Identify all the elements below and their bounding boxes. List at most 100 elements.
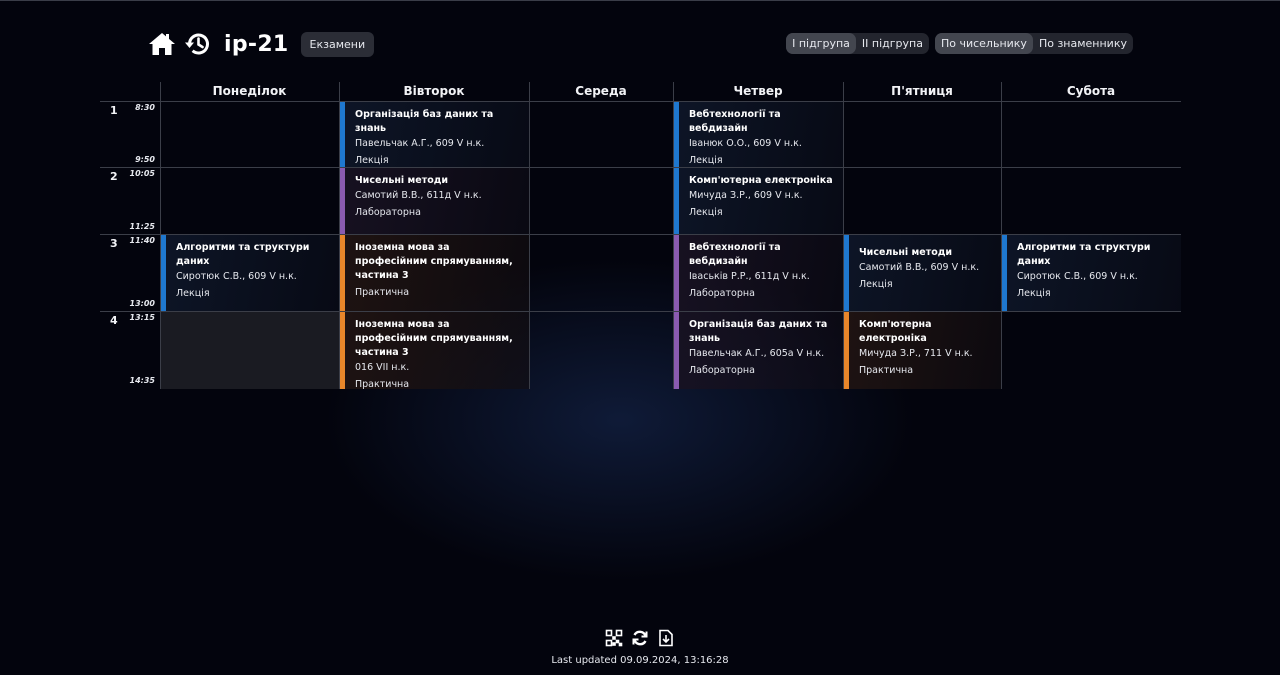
- lecture-color-bar: [844, 235, 849, 311]
- group-title: ip-21: [224, 31, 289, 57]
- denominator-option[interactable]: По знаменнику: [1033, 33, 1133, 54]
- lesson-subject: Алгоритми та структури даних: [1017, 242, 1151, 267]
- slot-number: 4: [110, 314, 118, 327]
- lecture-color-bar: [1002, 235, 1007, 311]
- exams-button[interactable]: Екзамени: [300, 31, 375, 57]
- lesson-subject: Організація баз даних та знань: [355, 109, 494, 134]
- lesson-teacher: 016 VII н.к.: [355, 362, 410, 373]
- slot-number: 1: [110, 104, 118, 117]
- lesson-teacher: Самотий В.В., 611д V н.к.: [355, 190, 482, 201]
- lesson-kind: Лекція: [176, 288, 210, 299]
- day-header-saturday: Субота: [1066, 84, 1116, 98]
- view-toggles: I підгрупа II підгрупа По чисельнику По …: [786, 33, 1133, 54]
- slot-end-time: 13:00: [129, 299, 155, 308]
- download-file-icon[interactable]: [657, 629, 675, 647]
- slot-number: 2: [110, 170, 118, 183]
- lesson-kind: Лабораторна: [689, 288, 755, 299]
- lecture-color-bar: [674, 168, 679, 234]
- lesson-subject: Комп'ютерна електроніка: [859, 319, 932, 344]
- lab-color-bar: [340, 168, 345, 234]
- lesson-subject: Чисельні методи: [355, 175, 449, 186]
- day-header-wednesday: Середа: [575, 84, 627, 98]
- practice-color-bar: [340, 235, 345, 311]
- lesson-subject: Іноземна мова за професійним спрямування…: [355, 242, 513, 281]
- lecture-color-bar: [674, 102, 679, 167]
- subgroup-2-option[interactable]: II підгрупа: [856, 33, 929, 54]
- lesson-subject: Вебтехнології та вебдизайн: [689, 109, 781, 134]
- row-divider: [100, 101, 1181, 102]
- lesson-kind: Лекція: [1017, 288, 1051, 299]
- qr-code-icon[interactable]: [605, 629, 623, 647]
- lesson-kind: Лекція: [689, 207, 723, 218]
- lecture-color-bar: [161, 235, 166, 311]
- day-header-thursday: Четвер: [733, 84, 783, 98]
- lesson-card[interactable]: Іноземна мова за професійним спрямування…: [340, 235, 529, 311]
- lesson-card[interactable]: Іноземна мова за професійним спрямування…: [340, 312, 529, 389]
- lesson-kind: Лекція: [689, 155, 723, 166]
- slot-number: 3: [110, 237, 118, 250]
- day-header-monday: Понеділок: [212, 84, 287, 98]
- timetable-grid: Понеділок Вівторок Середа Четвер П'ятниц…: [100, 82, 1181, 389]
- lab-color-bar: [674, 312, 679, 389]
- lesson-subject: Вебтехнології та вебдизайн: [689, 242, 781, 267]
- lesson-teacher: Сиротюк С.В., 609 V н.к.: [176, 271, 297, 282]
- lesson-card[interactable]: Алгоритми та структури даних Сиротюк С.В…: [1002, 235, 1181, 311]
- lesson-teacher: Мичуда З.Р., 711 V н.к.: [859, 348, 973, 359]
- lesson-subject: Комп'ютерна електроніка: [689, 175, 833, 186]
- slot-start-time: 10:05: [129, 169, 155, 178]
- footer: Last updated 09.09.2024, 13:16:28: [0, 628, 1280, 666]
- lesson-teacher: Павельчак А.Г., 605а V н.к.: [689, 348, 825, 359]
- lesson-subject: Іноземна мова за професійним спрямування…: [355, 319, 513, 358]
- practice-color-bar: [340, 312, 345, 389]
- lesson-teacher: Павельчак А.Г., 609 V н.к.: [355, 138, 485, 149]
- lesson-card[interactable]: Організація баз даних та знань Павельчак…: [340, 102, 529, 167]
- lesson-teacher: Сиротюк С.В., 609 V н.к.: [1017, 271, 1138, 282]
- lesson-subject: Чисельні методи: [859, 247, 953, 258]
- slot-end-time: 11:25: [129, 222, 155, 231]
- lesson-kind: Лекція: [859, 279, 893, 290]
- lesson-kind: Практична: [859, 365, 914, 376]
- footer-actions: [0, 628, 1280, 648]
- lesson-card[interactable]: Комп'ютерна електроніка Мичуда З.Р., 609…: [674, 168, 843, 234]
- row-divider: [100, 167, 1181, 168]
- numerator-option[interactable]: По чисельнику: [934, 33, 1033, 54]
- lesson-kind: Лабораторна: [689, 365, 755, 376]
- subgroup-1-option[interactable]: I підгрупа: [786, 33, 856, 54]
- lesson-subject: Організація баз даних та знань: [689, 319, 828, 344]
- slot-end-time: 9:50: [135, 155, 155, 164]
- lesson-teacher: Іваськів Р.Р., 611д V н.к.: [689, 271, 810, 282]
- lab-color-bar: [674, 235, 679, 311]
- subgroup-toggle: I підгрупа II підгрупа: [786, 33, 929, 54]
- day-header-friday: П'ятниця: [891, 84, 953, 98]
- week-toggle: По чисельнику По знаменнику: [934, 33, 1133, 54]
- lesson-card[interactable]: Комп'ютерна електроніка Мичуда З.Р., 711…: [844, 312, 1001, 389]
- header: ip-21 Екзамени: [148, 29, 375, 59]
- lesson-subject: Алгоритми та структури даних: [176, 242, 310, 267]
- lesson-card[interactable]: Чисельні методи Самотий В.В., 611д V н.к…: [340, 168, 529, 234]
- lesson-card[interactable]: Вебтехнології та вебдизайн Іванюк О.О., …: [674, 102, 843, 167]
- day-header-tuesday: Вівторок: [403, 84, 465, 98]
- lesson-teacher: Мичуда З.Р., 609 V н.к.: [689, 190, 803, 201]
- practice-color-bar: [844, 312, 849, 389]
- refresh-icon[interactable]: [631, 629, 649, 647]
- lesson-kind: Практична: [355, 287, 410, 298]
- slot-start-time: 8:30: [135, 103, 155, 112]
- column-divider: [529, 82, 530, 389]
- lesson-card[interactable]: Чисельні методи Самотий В.В., 609 V н.к.…: [844, 235, 1001, 311]
- home-icon[interactable]: [148, 30, 176, 58]
- lesson-card[interactable]: Організація баз даних та знань Павельчак…: [674, 312, 843, 389]
- last-updated: Last updated 09.09.2024, 13:16:28: [551, 655, 729, 666]
- empty-slot: [161, 312, 339, 389]
- lesson-kind: Практична: [355, 379, 410, 389]
- slot-end-time: 14:35: [129, 376, 155, 385]
- slot-start-time: 13:15: [129, 313, 155, 322]
- slot-start-time: 11:40: [129, 236, 155, 245]
- lesson-card[interactable]: Алгоритми та структури даних Сиротюк С.В…: [161, 235, 339, 311]
- lesson-card[interactable]: Вебтехнології та вебдизайн Іваськів Р.Р.…: [674, 235, 843, 311]
- history-icon[interactable]: [184, 30, 212, 58]
- lesson-kind: Лекція: [355, 155, 389, 166]
- lesson-teacher: Іванюк О.О., 609 V н.к.: [689, 138, 802, 149]
- lesson-kind: Лабораторна: [355, 207, 421, 218]
- lecture-color-bar: [340, 102, 345, 167]
- lesson-teacher: Самотий В.В., 609 V н.к.: [859, 262, 980, 273]
